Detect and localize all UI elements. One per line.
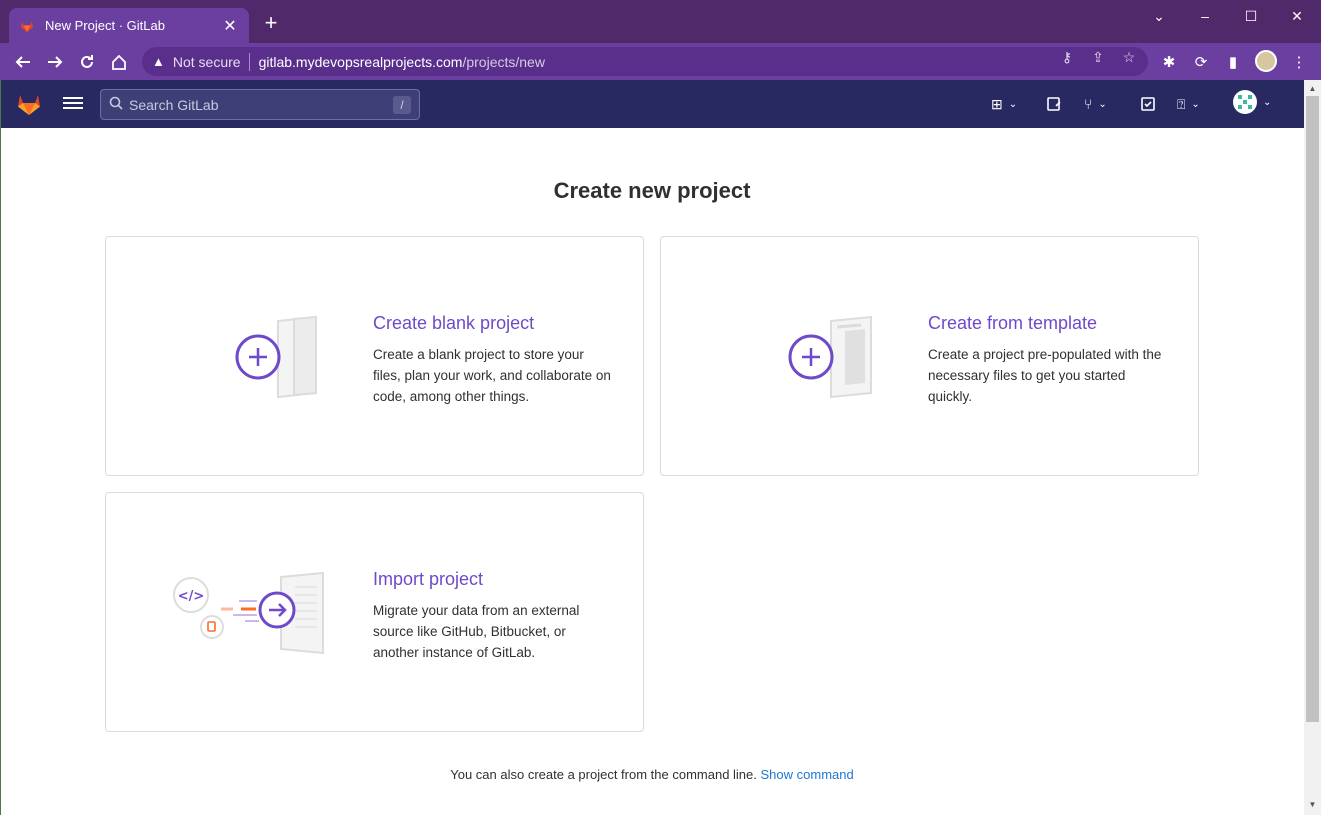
footer-text: You can also create a project from the c… xyxy=(450,767,757,782)
search-input[interactable]: Search GitLab / xyxy=(100,89,420,120)
gitlab-favicon-icon xyxy=(21,20,33,32)
create-new-dropdown[interactable]: ⊞ ⌄ xyxy=(991,94,1017,114)
scrollbar-thumb[interactable] xyxy=(1306,96,1319,722)
todos-icon[interactable] xyxy=(1140,94,1156,114)
help-question-icon: ⍰ xyxy=(1177,95,1186,112)
browser-profile-avatar[interactable] xyxy=(1255,50,1277,72)
main-menu-hamburger-icon[interactable] xyxy=(63,94,83,114)
share-icon[interactable]: ⇪ xyxy=(1089,49,1107,67)
create-from-template-card[interactable]: Create from template Create a project pr… xyxy=(660,236,1199,476)
home-icon[interactable] xyxy=(106,49,132,75)
search-icon xyxy=(109,96,123,113)
browser-tab[interactable]: New Project · GitLab ✕ xyxy=(9,8,249,43)
page-scrollbar[interactable]: ▲ ▼ xyxy=(1304,80,1321,815)
page-title: Create new project xyxy=(553,178,751,203)
key-icon[interactable]: ⚷ xyxy=(1058,49,1076,67)
url-path: /projects/new xyxy=(462,53,545,70)
gitlab-top-nav: Search GitLab / ⊞ ⌄ ⑂ ⌄ ⍰ ⌄ ⌄ xyxy=(1,80,1304,128)
user-menu-dropdown[interactable]: ⌄ xyxy=(1233,90,1272,114)
bookmark-star-icon[interactable]: ☆ xyxy=(1120,49,1138,67)
chevron-down-icon: ⌄ xyxy=(1191,98,1200,110)
search-placeholder: Search GitLab xyxy=(129,96,219,113)
tab-close-icon[interactable]: ✕ xyxy=(221,16,239,36)
merge-requests-dropdown[interactable]: ⑂ ⌄ xyxy=(1084,94,1107,114)
new-tab-button[interactable]: + xyxy=(260,12,282,34)
card-description: Migrate your data from an external sourc… xyxy=(373,603,580,660)
create-blank-project-card[interactable]: Create blank project Create a blank proj… xyxy=(105,236,644,476)
merge-request-icon: ⑂ xyxy=(1084,96,1093,112)
chevron-down-icon: ⌄ xyxy=(1098,98,1107,110)
reload-icon[interactable] xyxy=(74,49,100,75)
gitlab-logo-icon[interactable] xyxy=(16,91,42,117)
card-title[interactable]: Create from template xyxy=(928,313,1097,334)
issues-icon[interactable] xyxy=(1046,94,1062,114)
command-line-hint: You can also create a project from the c… xyxy=(0,767,1304,782)
maximize-icon[interactable]: ☐ xyxy=(1228,4,1274,28)
browser-toolbar: ▲ Not secure gitlab.mydevopsrealprojects… xyxy=(0,43,1321,80)
forward-icon[interactable] xyxy=(42,49,68,75)
security-label[interactable]: Not secure xyxy=(173,54,241,70)
user-avatar xyxy=(1233,90,1257,114)
search-shortcut-badge: / xyxy=(393,96,411,114)
url-host: gitlab.mydevopsrealprojects.com xyxy=(258,53,463,70)
plus-square-icon: ⊞ xyxy=(991,95,1003,112)
address-bar[interactable]: ▲ Not secure gitlab.mydevopsrealprojects… xyxy=(142,47,1148,76)
card-description: Create a project pre-populated with the … xyxy=(928,347,1162,404)
chevron-down-icon: ⌄ xyxy=(1263,96,1272,108)
minimize-icon[interactable]: – xyxy=(1182,4,1228,28)
browser-menu-icon[interactable]: ⋮ xyxy=(1288,51,1310,73)
tab-title: New Project · GitLab xyxy=(45,18,165,33)
show-command-link[interactable]: Show command xyxy=(761,767,854,782)
chevron-down-icon: ⌄ xyxy=(1008,98,1018,110)
template-project-illustration-icon xyxy=(788,315,872,399)
close-window-icon[interactable]: ✕ xyxy=(1274,4,1320,28)
tab-search-chevron-icon[interactable]: ⌄ xyxy=(1136,4,1182,28)
browser-tabstrip: New Project · GitLab ✕ + ⌄ – ☐ ✕ xyxy=(0,0,1321,43)
not-secure-warning-icon[interactable]: ▲ xyxy=(152,54,165,69)
blank-project-illustration-icon xyxy=(235,315,317,399)
import-project-illustration-icon: </> xyxy=(173,571,324,655)
svg-text:</>: </> xyxy=(178,589,205,604)
help-dropdown[interactable]: ⍰ ⌄ xyxy=(1177,94,1200,114)
extensions-puzzle-icon[interactable]: ✱ xyxy=(1158,51,1180,73)
side-panel-icon[interactable]: ▮ xyxy=(1222,51,1244,73)
scroll-down-arrow-icon[interactable]: ▼ xyxy=(1304,800,1321,809)
card-title[interactable]: Import project xyxy=(373,569,483,590)
scroll-up-arrow-icon[interactable]: ▲ xyxy=(1304,84,1321,93)
import-project-card[interactable]: </> Import project Migrate your data fro… xyxy=(105,492,644,732)
card-description: Create a blank project to store your fil… xyxy=(373,347,611,404)
back-icon[interactable] xyxy=(10,49,36,75)
card-title[interactable]: Create blank project xyxy=(373,313,534,334)
address-divider xyxy=(248,52,250,71)
extension-sync-icon[interactable]: ⟳ xyxy=(1190,51,1212,73)
